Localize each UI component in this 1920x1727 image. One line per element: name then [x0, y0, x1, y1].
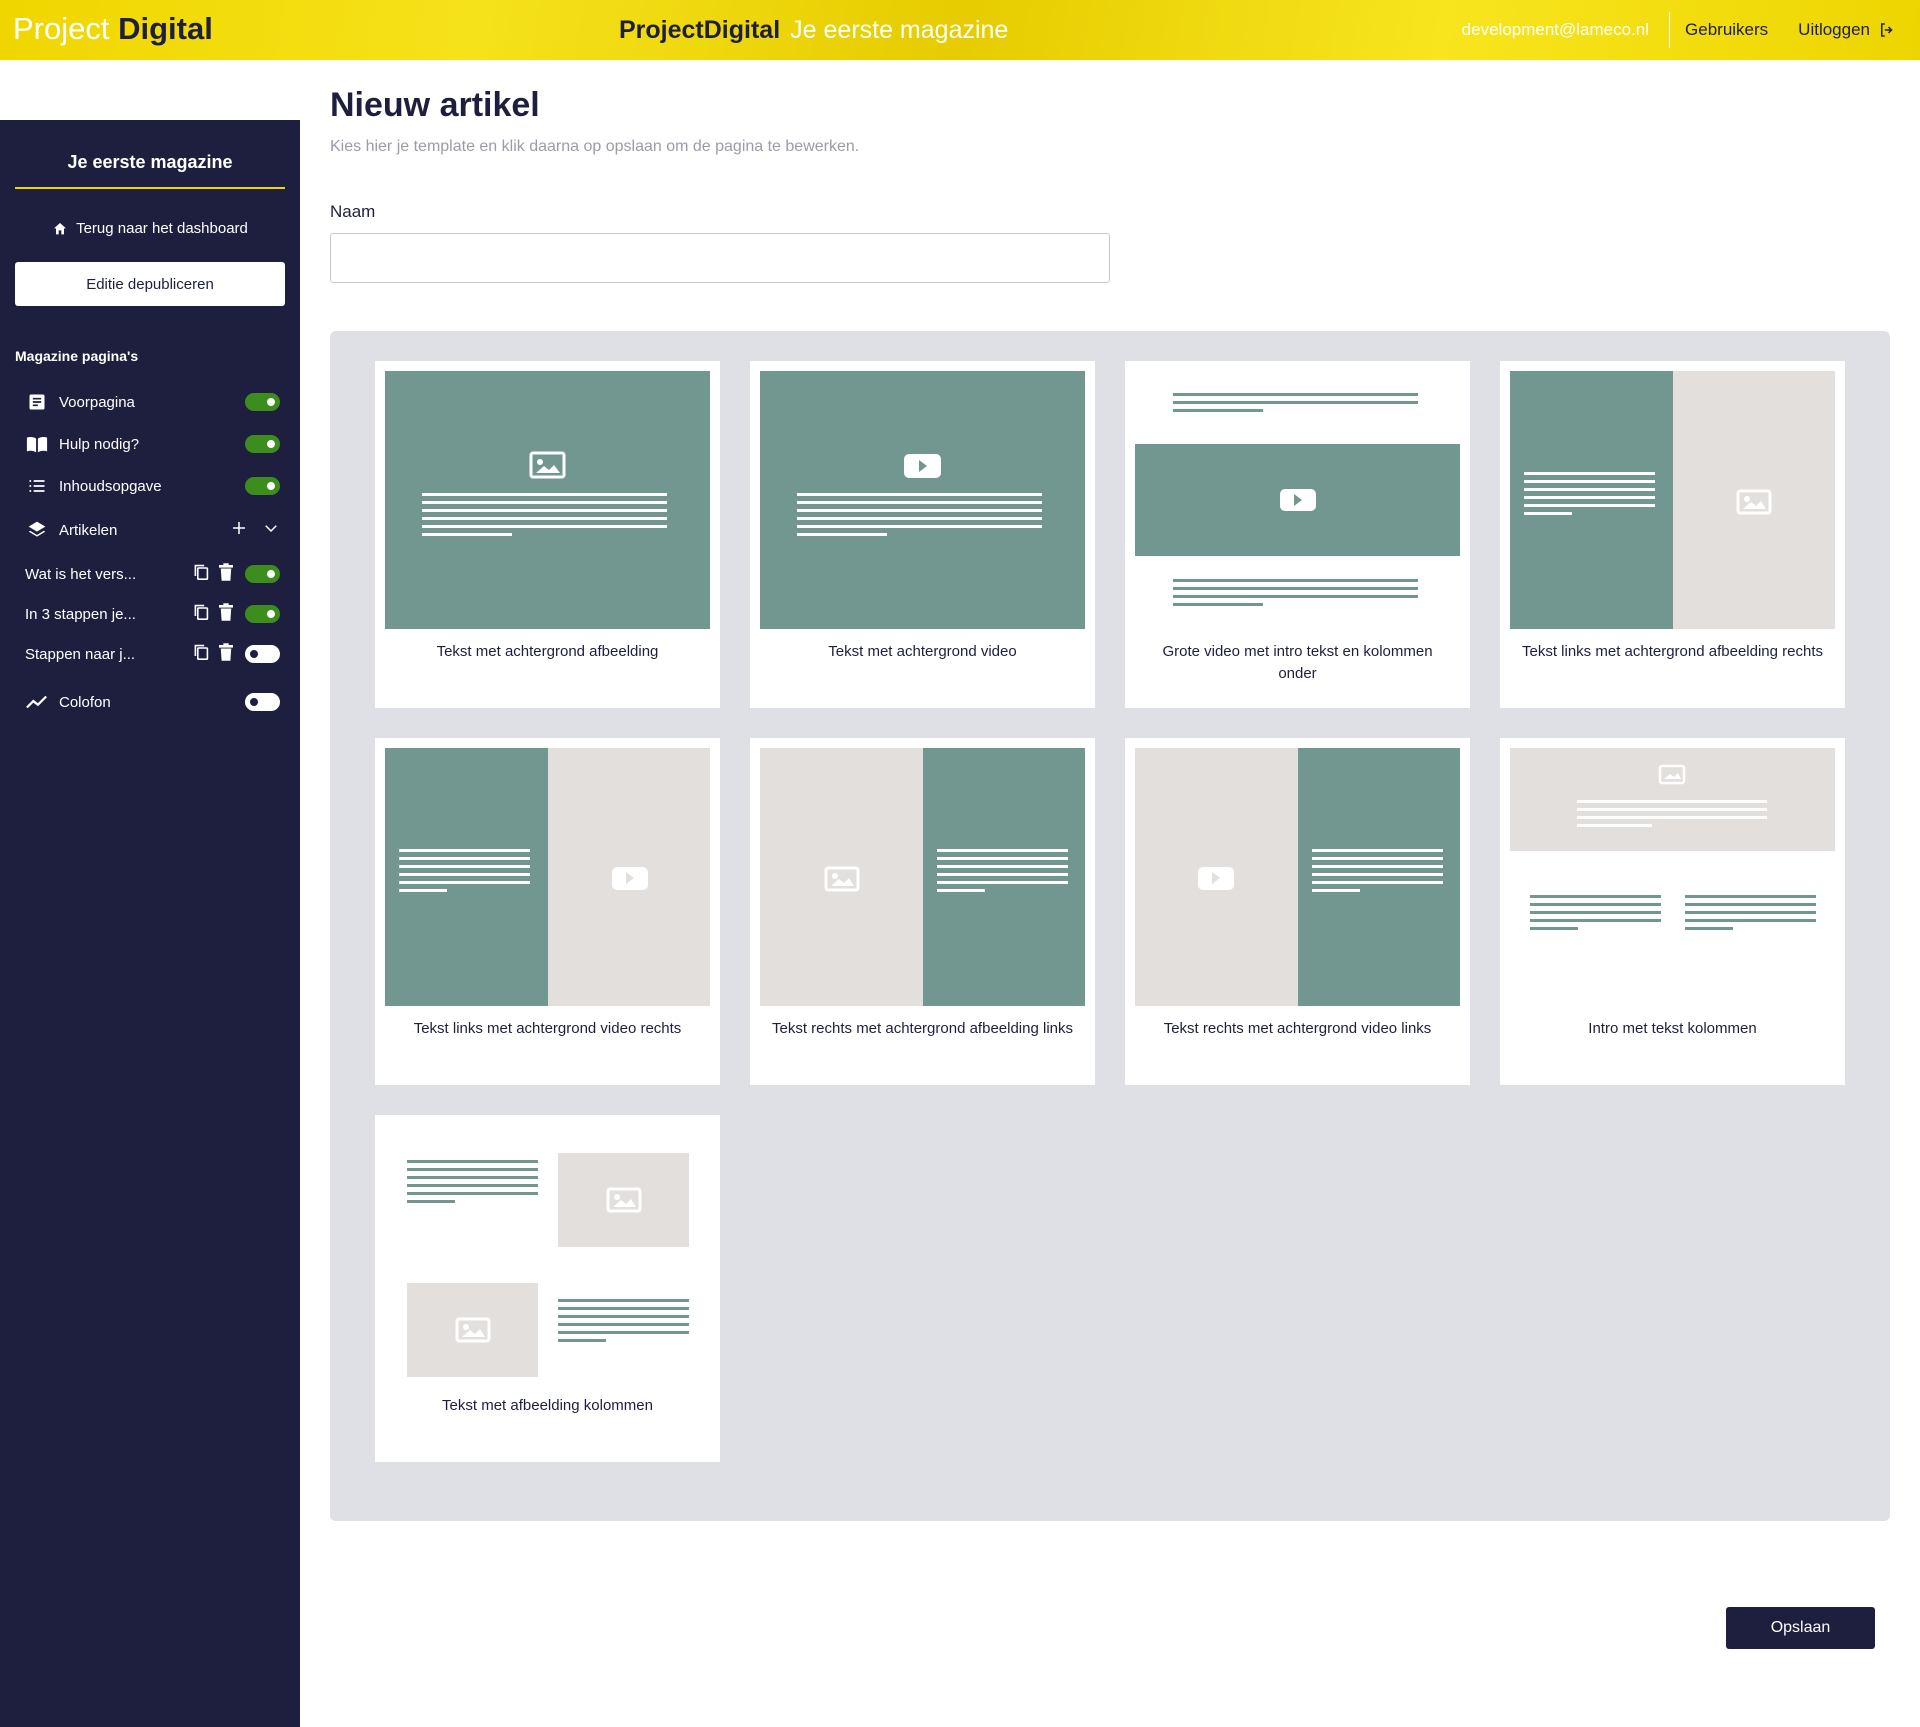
template-preview	[760, 748, 1085, 1006]
sidebar-item-colofon[interactable]: Colofon	[25, 688, 280, 716]
article-toggle[interactable]	[245, 565, 280, 583]
template-preview	[1135, 748, 1460, 1006]
sidebar-title: Je eerste magazine	[15, 152, 285, 189]
trash-icon[interactable]	[219, 563, 233, 585]
article-item-label: In 3 stappen je...	[25, 605, 136, 623]
users-link-label: Gebruikers	[1685, 20, 1769, 39]
play-icon	[612, 867, 648, 890]
chevron-down-icon[interactable]	[262, 519, 280, 541]
article-actions	[193, 563, 233, 585]
template-label: Tekst rechts met achtergrond afbeelding …	[772, 1020, 1073, 1037]
users-link[interactable]: Gebruikers	[1685, 20, 1768, 40]
book-icon	[25, 432, 49, 456]
inhoudsopgave-toggle[interactable]	[245, 477, 280, 495]
template-preview	[1510, 748, 1835, 930]
template-card[interactable]: Tekst rechts met achtergrond video links	[1125, 738, 1470, 1085]
template-card[interactable]: Tekst rechts met achtergrond afbeelding …	[750, 738, 1095, 1085]
template-panel: Tekst met achtergrond afbeelding Tekst m…	[330, 331, 1890, 1521]
top-bar: Project Digital ProjectDigital Je eerste …	[0, 0, 1920, 60]
article-actions	[193, 643, 233, 665]
trash-icon[interactable]	[219, 603, 233, 625]
template-card[interactable]: Grote video met intro tekst en kolommen …	[1125, 361, 1470, 708]
template-label: Tekst rechts met achtergrond video links	[1163, 1020, 1432, 1037]
header-nav: development@lameco.nl Gebruikers Uitlogg…	[1462, 12, 1896, 48]
document-icon	[25, 390, 49, 414]
pages-section-title: Magazine pagina's	[15, 348, 139, 364]
article-item-label: Stappen naar j...	[25, 645, 136, 663]
template-label: Grote video met intro tekst en kolommen …	[1162, 643, 1433, 682]
template-card[interactable]: Tekst met afbeelding kolommen	[375, 1115, 720, 1462]
sidebar-item-hulp-nodig[interactable]: Hulp nodig?	[25, 430, 280, 458]
play-icon	[1198, 867, 1234, 890]
trash-icon[interactable]	[219, 643, 233, 665]
sidebar-item-label: Colofon	[59, 693, 111, 711]
sidebar-item-label: Hulp nodig?	[59, 435, 140, 453]
article-item[interactable]: Wat is het vers...	[25, 560, 280, 588]
sidebar-item-label: Voorpagina	[59, 393, 135, 411]
copy-icon[interactable]	[193, 563, 209, 585]
back-to-dashboard-link[interactable]: Terug naar het dashboard	[15, 220, 285, 237]
copy-icon[interactable]	[193, 643, 209, 665]
logout-icon	[1881, 23, 1893, 37]
article-toggle[interactable]	[245, 645, 280, 663]
unpublish-button[interactable]: Editie depubliceren	[15, 262, 285, 306]
sidebar-item-label: Inhoudsopgave	[59, 477, 162, 495]
hulp-nodig-toggle[interactable]	[245, 435, 280, 453]
template-card[interactable]: Tekst links met achtergrond afbeelding r…	[1500, 361, 1845, 708]
user-email: development@lameco.nl	[1461, 20, 1650, 39]
articles-actions	[230, 519, 280, 541]
back-link-label: Terug naar het dashboard	[76, 220, 248, 237]
article-item[interactable]: Stappen naar j...	[25, 640, 280, 668]
home-icon	[54, 222, 67, 234]
voorpagina-toggle[interactable]	[245, 393, 280, 411]
template-label: Tekst met achtergrond afbeelding	[436, 643, 659, 660]
template-card[interactable]: Intro met tekst kolommen	[1500, 738, 1845, 1085]
logout-link[interactable]: Uitloggen	[1798, 20, 1896, 40]
copy-icon[interactable]	[193, 603, 209, 625]
header-divider	[1669, 12, 1671, 48]
template-label: Tekst links met achtergrond afbeelding r…	[1522, 643, 1823, 660]
template-preview	[385, 1125, 710, 1383]
template-card[interactable]: Tekst links met achtergrond video rechts	[375, 738, 720, 1085]
template-card[interactable]: Tekst met achtergrond afbeelding	[375, 361, 720, 708]
template-label: Tekst links met achtergrond video rechts	[413, 1020, 682, 1037]
template-preview	[385, 748, 710, 1006]
app-title: ProjectDigital Je eerste magazine	[619, 14, 1008, 46]
sidebar-item-voorpagina[interactable]: Voorpagina	[25, 388, 280, 416]
name-input[interactable]	[330, 233, 1110, 283]
add-article-icon[interactable]	[230, 519, 248, 541]
template-preview	[1510, 371, 1835, 629]
logout-link-label: Uitloggen	[1798, 20, 1870, 39]
save-button[interactable]: Opslaan	[1726, 1607, 1875, 1649]
article-actions	[193, 603, 233, 625]
article-item[interactable]: In 3 stappen je...	[25, 600, 280, 628]
article-item-label: Wat is het vers...	[25, 565, 137, 583]
sidebar-item-label: Artikelen	[59, 521, 118, 539]
sidebar-item-artikelen[interactable]: Artikelen	[25, 516, 280, 544]
page-title: Nieuw artikel	[330, 86, 540, 124]
layers-icon	[25, 518, 49, 542]
list-icon	[25, 474, 49, 498]
colofon-toggle[interactable]	[245, 693, 280, 711]
name-label: Naam	[330, 202, 376, 221]
trend-icon	[25, 690, 49, 714]
magazine-name: Je eerste magazine	[790, 16, 1009, 44]
play-icon	[1280, 489, 1316, 511]
template-card[interactable]: Tekst met achtergrond video	[750, 361, 1095, 708]
template-label: Tekst met achtergrond video	[828, 643, 1017, 660]
logo[interactable]: Project Digital	[13, 10, 213, 48]
template-label: Tekst met afbeelding kolommen	[442, 1397, 653, 1414]
app-name: ProjectDigital	[619, 16, 781, 44]
page-subtitle: Kies hier je template en klik daarna op …	[330, 138, 860, 155]
sidebar: Je eerste magazine Terug naar het dashbo…	[0, 120, 300, 1727]
template-preview	[1135, 371, 1460, 629]
play-icon	[904, 454, 941, 478]
template-preview	[760, 371, 1085, 629]
template-preview	[385, 371, 710, 629]
article-toggle[interactable]	[245, 605, 280, 623]
template-label: Intro met tekst kolommen	[1588, 1020, 1757, 1037]
sidebar-item-inhoudsopgave[interactable]: Inhoudsopgave	[25, 472, 280, 500]
